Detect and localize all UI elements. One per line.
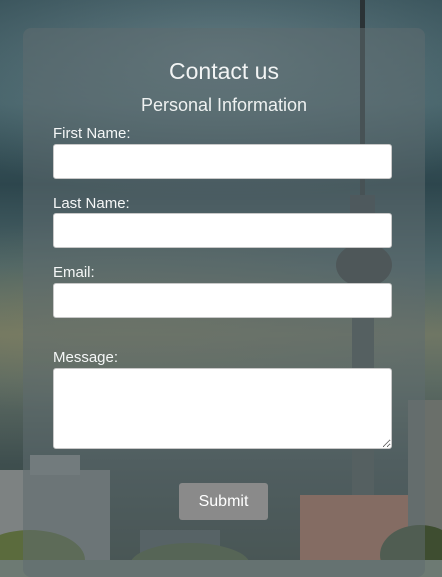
submit-button[interactable]: Submit bbox=[179, 483, 268, 520]
form-subtitle: Personal Information bbox=[140, 95, 308, 115]
first-name-input[interactable] bbox=[53, 144, 392, 179]
first-name-label: First Name: bbox=[53, 125, 131, 142]
email-label: Email: bbox=[53, 264, 95, 281]
last-name-label: Last Name: bbox=[53, 195, 130, 212]
form-title: Contact us bbox=[169, 58, 279, 84]
message-textarea[interactable] bbox=[53, 368, 392, 449]
message-label: Message: bbox=[53, 349, 119, 366]
last-name-input[interactable] bbox=[53, 213, 392, 248]
email-input[interactable] bbox=[53, 283, 392, 318]
